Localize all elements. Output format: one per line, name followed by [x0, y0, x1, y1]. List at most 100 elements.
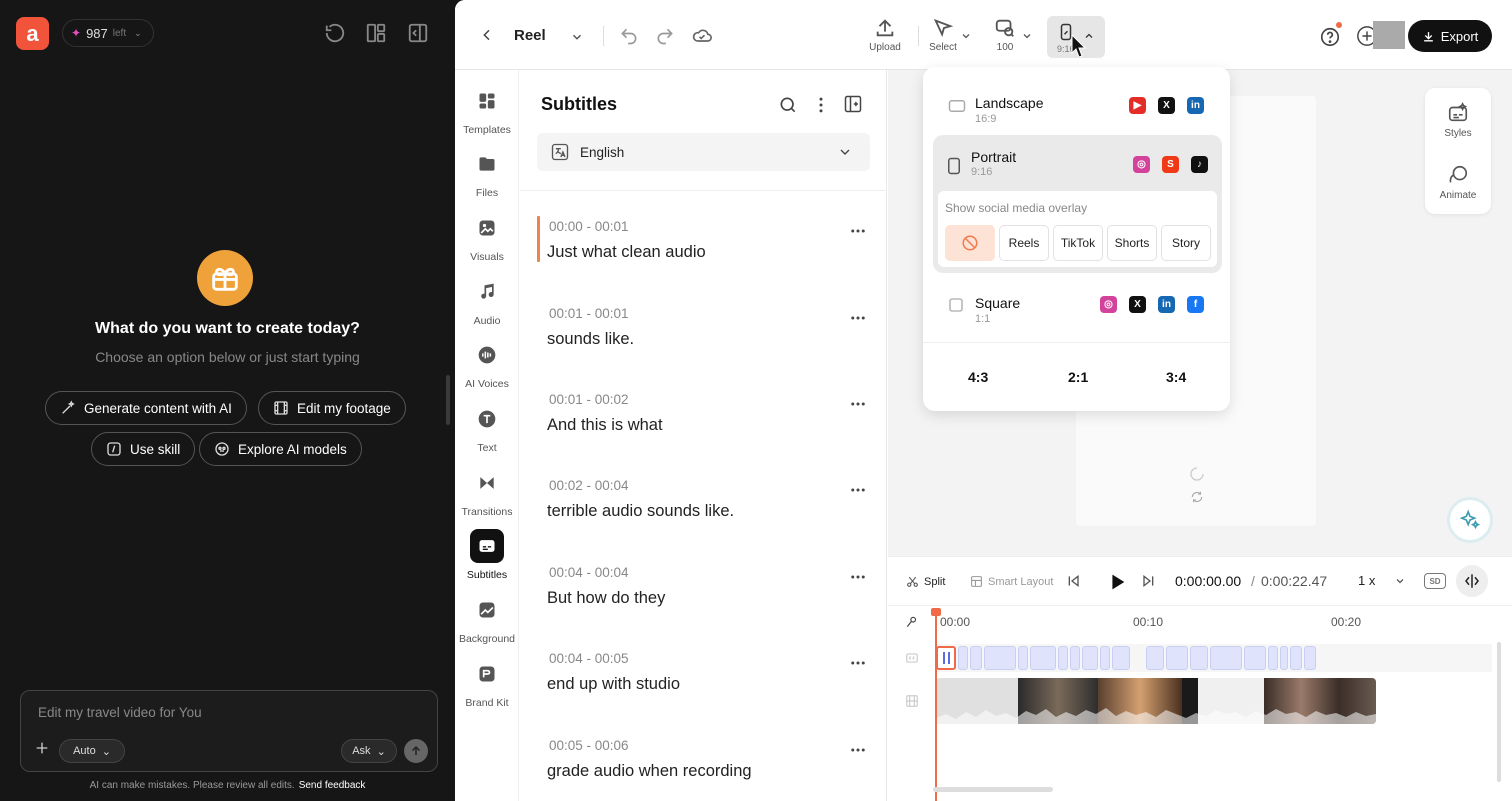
playhead[interactable] — [935, 610, 937, 801]
subtitle-clip[interactable] — [970, 646, 982, 670]
subtitle-text[interactable]: sounds like. — [547, 330, 634, 349]
chevron-down-icon[interactable] — [1021, 30, 1033, 42]
subtitle-clip[interactable] — [958, 646, 968, 670]
ratio-option-portrait[interactable]: Portrait 9:16 ◎ S ♪ Show social media ov… — [933, 135, 1222, 273]
expand-panel-icon[interactable] — [843, 94, 863, 114]
skip-forward-icon[interactable] — [1140, 573, 1156, 589]
aspect-ratio-button[interactable]: 9:16 — [1047, 16, 1105, 58]
subtitle-clip[interactable] — [984, 646, 1016, 670]
subtitle-text[interactable]: And this is what — [547, 416, 663, 435]
quality-badge[interactable]: SD — [1424, 573, 1446, 589]
more-horizontal-icon[interactable] — [849, 309, 867, 327]
playback-speed[interactable]: 1 x — [1358, 573, 1375, 588]
back-chevron-icon[interactable] — [479, 26, 495, 44]
subtitle-text[interactable]: end up with studio — [547, 675, 680, 694]
subtitle-clip[interactable] — [1030, 646, 1056, 670]
search-icon[interactable] — [778, 95, 798, 115]
subtitle-clip[interactable] — [1290, 646, 1302, 670]
subtitle-text[interactable]: grade audio when recording — [547, 762, 752, 781]
more-horizontal-icon[interactable] — [849, 222, 867, 240]
ai-sparkle-button[interactable] — [1447, 497, 1493, 543]
subtitle-clip[interactable] — [1304, 646, 1316, 670]
more-horizontal-icon[interactable] — [849, 568, 867, 586]
video-track[interactable] — [936, 678, 1376, 724]
overlay-reels-button[interactable]: Reels — [999, 225, 1049, 261]
overlay-story-button[interactable]: Story — [1161, 225, 1211, 261]
subtitle-clip-selected[interactable] — [936, 646, 956, 670]
prompt-input[interactable]: Edit my travel video for You — [38, 705, 202, 720]
split-button[interactable]: Split — [906, 575, 945, 588]
credits-badge[interactable]: ✦ 987 left ⌄ — [62, 19, 154, 47]
history-icon[interactable] — [324, 22, 346, 44]
send-feedback-link[interactable]: Send feedback — [299, 780, 366, 791]
sidebar-item-audio[interactable]: Audio — [455, 275, 519, 327]
attach-plus-icon[interactable] — [34, 740, 50, 756]
explore-models-button[interactable]: Explore AI models — [199, 432, 362, 466]
pin-icon[interactable] — [905, 614, 919, 630]
animate-button[interactable]: Animate — [1425, 164, 1491, 201]
timeline-scrollbar[interactable] — [933, 787, 1053, 792]
subtitle-text[interactable]: But how do they — [547, 589, 665, 608]
more-horizontal-icon[interactable] — [849, 395, 867, 413]
subtitle-clip[interactable] — [1112, 646, 1130, 670]
subtitle-clip[interactable] — [1018, 646, 1028, 670]
subtitle-entry[interactable]: 00:01 - 00:01 sounds like. — [537, 303, 867, 383]
subtitle-entry[interactable]: 00:05 - 00:06 grade audio when recording — [537, 735, 867, 795]
overlay-shorts-button[interactable]: Shorts — [1107, 225, 1157, 261]
sidebar-item-templates[interactable]: Templates — [455, 84, 519, 136]
ask-select[interactable]: Ask ⌄ — [341, 739, 397, 763]
avatar[interactable] — [1373, 21, 1405, 49]
subtitle-clip[interactable] — [1082, 646, 1098, 670]
sidebar-item-subtitles[interactable]: Subtitles — [455, 529, 519, 581]
language-select[interactable]: English — [537, 133, 870, 171]
export-button[interactable]: Export — [1408, 20, 1492, 52]
more-horizontal-icon[interactable] — [849, 654, 867, 672]
subtitle-entry[interactable]: 00:04 - 00:04 But how do they — [537, 562, 867, 642]
smart-layout-button[interactable]: Smart Layout — [970, 575, 1053, 588]
mode-select[interactable]: Auto ⌄ — [59, 739, 125, 763]
help-icon[interactable] — [1319, 22, 1342, 48]
sidebar-item-text[interactable]: Text — [455, 402, 519, 454]
ratio-option-square[interactable]: Square 1:1 ◎ X in f — [933, 273, 1221, 329]
undo-icon[interactable] — [618, 26, 640, 46]
sidebar-item-files[interactable]: Files — [455, 147, 519, 199]
subtitle-clip[interactable] — [1244, 646, 1266, 670]
cloud-saved-icon[interactable] — [691, 26, 713, 46]
ratio-option-4-3[interactable]: 4:3 — [968, 369, 988, 385]
subtitle-entry[interactable]: 00:01 - 00:02 And this is what — [537, 389, 867, 469]
panel-resize-handle[interactable] — [446, 375, 450, 425]
generate-content-button[interactable]: Generate content with AI — [45, 391, 247, 425]
playhead-handle[interactable] — [931, 608, 941, 616]
sidebar-item-background[interactable]: Background — [455, 593, 519, 645]
app-logo[interactable]: a — [16, 17, 49, 50]
subtitle-clip[interactable] — [1190, 646, 1208, 670]
subtitle-clip[interactable] — [1210, 646, 1242, 670]
timeline[interactable]: 00:00 00:10 00:20 — [888, 606, 1512, 801]
overlay-tiktok-button[interactable]: TikTok — [1053, 225, 1103, 261]
edit-footage-button[interactable]: Edit my footage — [258, 391, 406, 425]
chevron-down-icon[interactable] — [1394, 575, 1406, 587]
chevron-down-icon[interactable] — [570, 30, 584, 44]
subtitle-entry[interactable]: 00:00 - 00:01 Just what clean audio — [537, 216, 867, 296]
subtitle-clip[interactable] — [1100, 646, 1110, 670]
subtitle-text[interactable]: Just what clean audio — [547, 243, 706, 262]
ratio-option-3-4[interactable]: 3:4 — [1166, 369, 1186, 385]
subtitle-clip[interactable] — [1070, 646, 1080, 670]
sidebar-item-transitions[interactable]: Transitions — [455, 466, 519, 518]
redo-icon[interactable] — [654, 26, 676, 46]
skip-back-icon[interactable] — [1066, 573, 1082, 589]
ratio-option-landscape[interactable]: Landscape 16:9 ▶ X in — [933, 73, 1221, 129]
sidebar-item-ai-voices[interactable]: AI Voices — [455, 338, 519, 390]
chevron-down-icon[interactable] — [960, 30, 972, 42]
use-skill-button[interactable]: Use skill — [91, 432, 196, 466]
play-button[interactable] — [1106, 571, 1128, 593]
fit-timeline-button[interactable] — [1456, 565, 1488, 597]
more-vertical-icon[interactable] — [811, 95, 831, 115]
sidebar-item-brand-kit[interactable]: Brand Kit — [455, 657, 519, 709]
timeline-vertical-scrollbar[interactable] — [1497, 642, 1501, 782]
subtitle-text[interactable]: terrible audio sounds like. — [547, 502, 734, 521]
subtitle-clip[interactable] — [1058, 646, 1068, 670]
project-title[interactable]: Reel — [514, 27, 546, 44]
styles-button[interactable]: Styles — [1425, 102, 1491, 139]
ratio-option-2-1[interactable]: 2:1 — [1068, 369, 1088, 385]
